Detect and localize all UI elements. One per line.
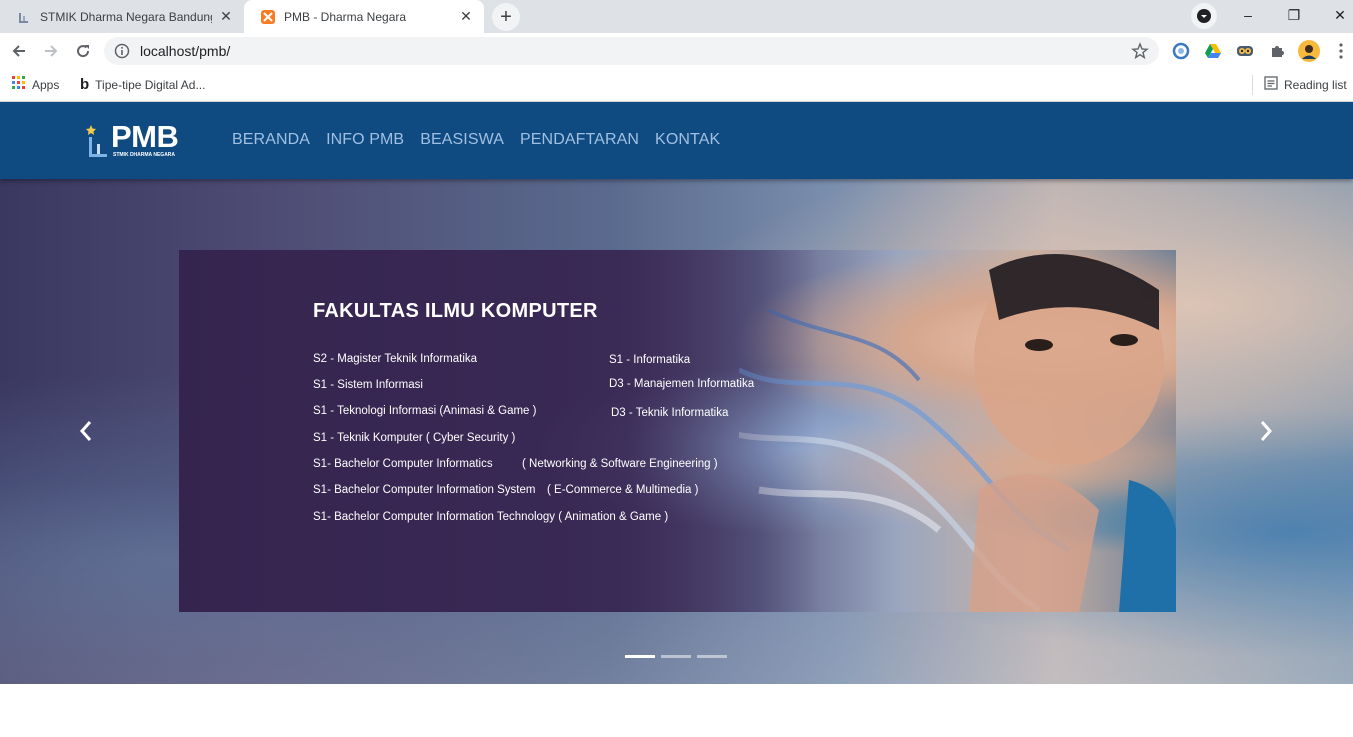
reading-list-icon [1264,76,1278,93]
carousel-slide: FAKULTAS ILMU KOMPUTER S2 - Magister Tek… [179,250,1176,612]
tab-title: PMB - Dharma Negara [284,9,407,24]
logo-text: PMB [111,119,179,154]
tab-search-button[interactable] [1191,3,1217,29]
bookmarks-bar: Apps b Tipe-tipe Digital Ad... Reading l… [0,69,1353,102]
main-menu: BERANDA INFO PMB BEASISWA PENDAFTARAN KO… [232,131,736,149]
bookmark-star-icon[interactable] [1131,42,1149,65]
site-info-icon[interactable] [114,43,130,59]
reading-list-button[interactable]: Reading list [1264,76,1347,93]
close-tab-icon[interactable]: ✕ [458,8,474,25]
menu-beasiswa[interactable]: BEASISWA [420,131,504,149]
carousel-indicators [625,655,733,658]
carousel-indicator-1[interactable] [625,655,655,658]
browser-tab-pmb[interactable]: PMB - Dharma Negara ✕ [244,0,484,33]
program-item: S1 - Sistem Informasi [313,379,423,391]
bookmark-apps[interactable]: Apps [12,76,59,93]
b-letter-icon: b [80,76,90,93]
browser-tab-strip: STMIK Dharma Negara Bandung ✕ PMB - Dhar… [0,0,1353,33]
bookmark-digital-ad[interactable]: b Tipe-tipe Digital Ad... [80,76,205,93]
chevron-right-icon [1260,421,1273,441]
program-item: S1- Bachelor Computer Informatics [313,458,493,470]
carousel-prev-button[interactable] [74,419,98,443]
forward-button[interactable] [37,37,65,65]
minimize-button[interactable]: – [1225,0,1271,30]
reading-list-label: Reading list [1284,77,1347,92]
google-drive-icon[interactable] [1202,40,1224,62]
site-favicon-icon [16,9,32,25]
program-item: S1- Bachelor Computer Information System [313,484,536,496]
carousel-indicator-3[interactable] [697,655,727,658]
logo-subtext: STMIK DHARMA NEGARA [113,152,176,158]
carousel-indicator-2[interactable] [661,655,691,658]
bookmark-label: Tipe-tipe Digital Ad... [95,77,206,92]
menu-info-pmb[interactable]: INFO PMB [326,131,404,149]
program-item: ( E-Commerce & Multimedia ) [547,484,699,496]
tab-title: STMIK Dharma Negara Bandung [40,9,212,24]
program-item: S1 - Teknologi Informasi (Animasi & Game… [313,405,537,417]
pmb-logo[interactable]: PMB STMIK DHARMA NEGARA [85,119,179,160]
address-bar[interactable]: localhost/pmb/ [104,37,1159,65]
program-item: ( Networking & Software Engineering ) [522,458,718,470]
browser-tab-stmik[interactable]: STMIK Dharma Negara Bandung ✕ [0,0,244,33]
program-item: D3 - Teknik Informatika [611,407,729,419]
program-item: S2 - Magister Teknik Informatika [313,353,478,365]
profile-avatar[interactable] [1298,40,1320,62]
reload-button[interactable] [69,37,97,65]
carousel-next-button[interactable] [1254,419,1278,443]
logo-figure-icon [86,125,107,157]
back-button[interactable] [5,37,33,65]
close-window-button[interactable]: ✕ [1317,0,1353,30]
browser-toolbar: localhost/pmb/ [0,33,1353,69]
new-tab-button[interactable]: + [492,3,520,31]
slide-title: FAKULTAS ILMU KOMPUTER [313,300,598,322]
apps-grid-icon [12,76,26,93]
xampp-favicon-icon [260,9,276,25]
hero-carousel: FAKULTAS ILMU KOMPUTER S2 - Magister Tek… [0,179,1353,684]
extension-owl-icon[interactable] [1234,40,1256,62]
chrome-menu-icon[interactable] [1330,40,1352,62]
menu-kontak[interactable]: KONTAK [655,131,720,149]
bookmark-label: Apps [32,77,60,92]
address-url: localhost/pmb/ [140,43,231,59]
extension-edge-icon[interactable] [1170,40,1192,62]
menu-beranda[interactable]: BERANDA [232,131,310,149]
program-item: S1 - Teknik Komputer ( Cyber Security ) [313,432,516,444]
program-item: S1 - Informatika [609,354,691,366]
bookmarks-divider [1252,75,1253,95]
extensions-puzzle-icon[interactable] [1266,40,1288,62]
chevron-left-icon [79,421,92,441]
program-item: S1- Bachelor Computer Information Techno… [313,511,669,523]
close-tab-icon[interactable]: ✕ [218,8,234,25]
menu-pendaftaran[interactable]: PENDAFTARAN [520,131,639,149]
restore-button[interactable]: ❐ [1271,0,1317,30]
program-item: D3 - Manajemen Informatika [609,378,755,390]
site-navbar: PMB STMIK DHARMA NEGARA BERANDA INFO PMB… [0,102,1353,179]
